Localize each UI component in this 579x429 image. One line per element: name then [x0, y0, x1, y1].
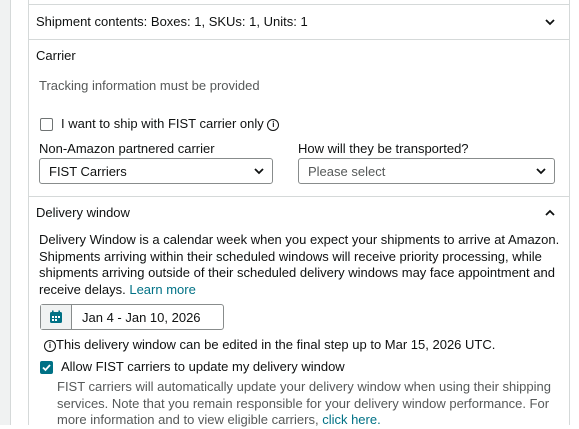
- delivery-window-header[interactable]: Delivery window: [29, 197, 569, 227]
- divider: [29, 39, 569, 40]
- allow-fist-label: Allow FIST carriers to update my deliver…: [61, 359, 345, 374]
- tracking-note: Tracking information must be provided: [39, 78, 260, 93]
- delivery-date-picker[interactable]: Jan 4 - Jan 10, 2026: [40, 304, 224, 330]
- edit-note-text: This delivery window can be edited in th…: [56, 337, 496, 352]
- transport-value: Please select: [308, 164, 386, 179]
- calendar-icon: [50, 310, 62, 323]
- transport-label: How will they be transported?: [298, 141, 469, 156]
- shipment-panel: Shipment contents: Boxes: 1, SKUs: 1, Un…: [28, 0, 570, 427]
- left-scroll-edge: [0, 0, 11, 425]
- non-amazon-carrier-label: Non-Amazon partnered carrier: [39, 141, 215, 156]
- non-amazon-carrier-value: FIST Carriers: [49, 164, 127, 179]
- fist-note: FIST carriers will automatically update …: [57, 379, 561, 429]
- fist-note-text: FIST carriers will automatically update …: [57, 379, 551, 427]
- learn-more-link[interactable]: Learn more: [129, 282, 195, 297]
- fist-only-label: I want to ship with FIST carrier only i: [61, 116, 280, 132]
- calendar-icon-box: [41, 305, 72, 329]
- non-amazon-carrier-select[interactable]: FIST Carriers: [39, 158, 273, 184]
- delivery-window-description: Delivery Window is a calendar week when …: [39, 232, 561, 298]
- transport-select[interactable]: Please select: [298, 158, 555, 184]
- shipment-contents-header[interactable]: Shipment contents: Boxes: 1, SKUs: 1, Un…: [29, 5, 569, 39]
- edit-note: i This delivery window can be edited in t…: [44, 337, 495, 353]
- allow-fist-checkbox[interactable]: [40, 361, 53, 374]
- shipment-contents-label: Shipment contents: Boxes: 1, SKUs: 1, Un…: [36, 14, 308, 29]
- checkmark-icon: [42, 364, 51, 372]
- info-icon: i: [44, 340, 56, 352]
- info-icon[interactable]: i: [267, 119, 280, 131]
- delivery-window-description-text: Delivery Window is a calendar week when …: [39, 232, 560, 297]
- fist-only-checkbox[interactable]: [40, 118, 53, 131]
- delivery-window-heading: Delivery window: [36, 205, 130, 220]
- chevron-down-icon: [254, 168, 264, 175]
- fist-only-label-text: I want to ship with FIST carrier only: [61, 116, 264, 131]
- chevron-up-icon[interactable]: [543, 206, 557, 220]
- carrier-heading: Carrier: [36, 48, 76, 63]
- delivery-date-range: Jan 4 - Jan 10, 2026: [82, 310, 201, 325]
- chevron-down-icon[interactable]: [543, 15, 557, 29]
- chevron-down-icon: [536, 168, 546, 175]
